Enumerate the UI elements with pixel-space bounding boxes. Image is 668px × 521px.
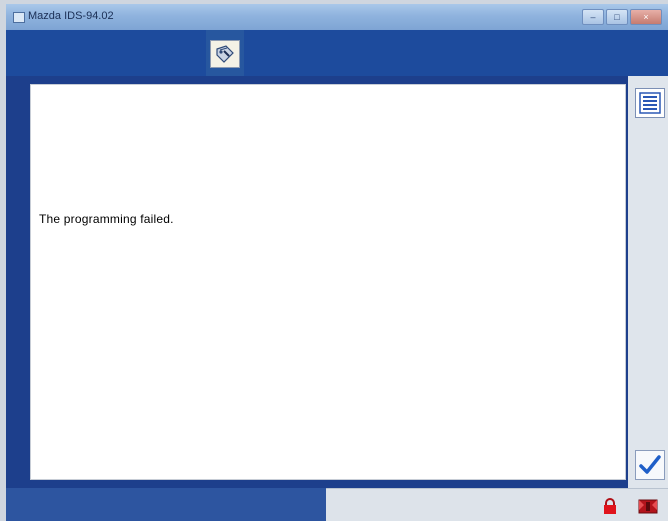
checkmark-icon — [639, 455, 661, 474]
minimize-button[interactable]: – — [582, 9, 604, 25]
programming-tab[interactable] — [210, 40, 240, 68]
app-window: Mazda IDS-94.02 – □ × The programming fa… — [6, 4, 668, 521]
window-controls: – □ × — [582, 9, 662, 25]
programming-tool-icon — [216, 45, 234, 63]
content-panel: The programming failed. — [30, 84, 626, 480]
lock-icon[interactable] — [602, 498, 618, 514]
title-bar[interactable]: Mazda IDS-94.02 – □ × — [6, 4, 668, 31]
close-button[interactable]: × — [630, 9, 662, 25]
window-title: Mazda IDS-94.02 — [28, 10, 114, 22]
status-message: The programming failed. — [39, 212, 174, 226]
confirm-button[interactable] — [635, 450, 665, 480]
window-icon — [13, 12, 25, 23]
list-button[interactable] — [635, 88, 665, 118]
exit-icon[interactable] — [638, 498, 658, 514]
status-bar-left — [6, 488, 326, 521]
right-toolbar — [628, 76, 668, 488]
header-bar — [6, 30, 668, 76]
maximize-button[interactable]: □ — [606, 9, 628, 25]
list-icon — [639, 92, 661, 114]
